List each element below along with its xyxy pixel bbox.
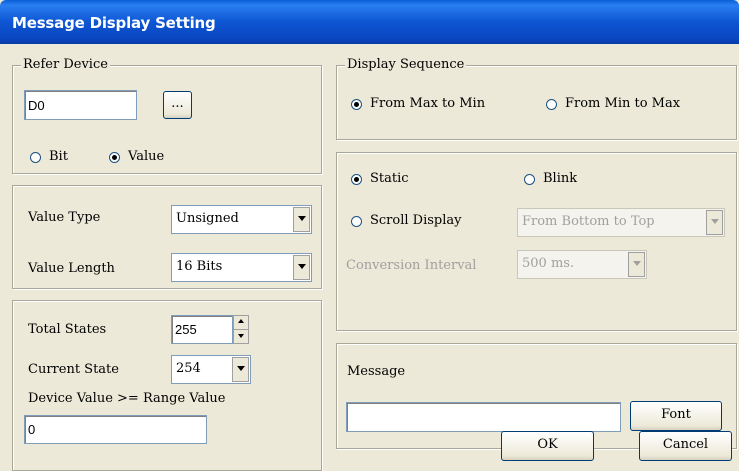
value-type-dropdown-icon[interactable]	[293, 207, 310, 232]
max-to-min-label: From Max to Min	[370, 96, 486, 111]
font-button-label: Font	[661, 407, 691, 422]
value-type-value: Unsigned	[176, 211, 239, 226]
range-value-input[interactable]	[24, 415, 207, 444]
value-length-select[interactable]: 16 Bits	[171, 253, 312, 282]
value-length-dropdown-icon[interactable]	[293, 255, 310, 280]
browse-device-label: ...	[171, 96, 184, 111]
total-states-spinner[interactable]	[233, 315, 249, 344]
device-input[interactable]	[24, 90, 137, 120]
max-to-min-radio[interactable]	[351, 99, 362, 110]
value-label: Value	[128, 149, 165, 164]
blink-radio[interactable]	[524, 174, 535, 185]
static-radio[interactable]	[351, 174, 362, 185]
spin-down-icon[interactable]	[234, 330, 248, 344]
scroll-direction-value: From Bottom to Top	[522, 214, 655, 229]
message-input[interactable]	[346, 402, 621, 432]
total-states-label: Total States	[28, 322, 107, 337]
current-state-value: 254	[176, 361, 201, 376]
conversion-interval-value: 500 ms.	[522, 256, 575, 271]
current-state-label: Current State	[28, 362, 119, 377]
cancel-button-label: Cancel	[662, 437, 709, 452]
message-label: Message	[347, 364, 406, 379]
value-radio[interactable]	[109, 152, 120, 163]
font-button[interactable]: Font	[630, 401, 722, 431]
ok-button-label: OK	[537, 437, 558, 452]
scroll-direction-dropdown-icon[interactable]	[706, 210, 723, 235]
bit-radio[interactable]	[30, 152, 41, 163]
min-to-max-radio[interactable]	[546, 99, 557, 110]
range-value-label: Device Value >= Range Value	[28, 391, 226, 406]
display-sequence-legend: Display Sequence	[345, 57, 467, 72]
value-length-label: Value Length	[28, 261, 115, 276]
current-state-dropdown-icon[interactable]	[232, 357, 249, 382]
conversion-interval-dropdown-icon[interactable]	[628, 252, 645, 277]
cancel-button[interactable]: Cancel	[639, 431, 732, 461]
spin-up-icon[interactable]	[234, 316, 248, 330]
value-type-label: Value Type	[28, 210, 101, 225]
static-label: Static	[370, 171, 409, 186]
scroll-direction-select[interactable]: From Bottom to Top	[517, 208, 725, 237]
dialog-body: Refer Device ... Bit Value Value Type Un…	[0, 44, 739, 471]
value-length-value: 16 Bits	[176, 259, 223, 274]
scroll-display-radio[interactable]	[351, 216, 362, 227]
current-state-select[interactable]: 254	[171, 355, 251, 384]
scroll-display-label: Scroll Display	[370, 213, 462, 228]
conversion-interval-label: Conversion Interval	[346, 258, 477, 273]
window-title: Message Display Setting	[12, 14, 216, 32]
conversion-interval-select[interactable]: 500 ms.	[517, 250, 647, 279]
min-to-max-label: From Min to Max	[565, 96, 681, 111]
blink-label: Blink	[543, 171, 578, 186]
browse-device-button[interactable]: ...	[163, 91, 192, 119]
total-states-input[interactable]	[171, 315, 233, 344]
refer-device-legend: Refer Device	[21, 57, 110, 72]
ok-button[interactable]: OK	[501, 431, 594, 461]
title-bar[interactable]: Message Display Setting	[0, 0, 739, 44]
value-type-select[interactable]: Unsigned	[171, 205, 312, 234]
bit-label: Bit	[49, 149, 68, 164]
